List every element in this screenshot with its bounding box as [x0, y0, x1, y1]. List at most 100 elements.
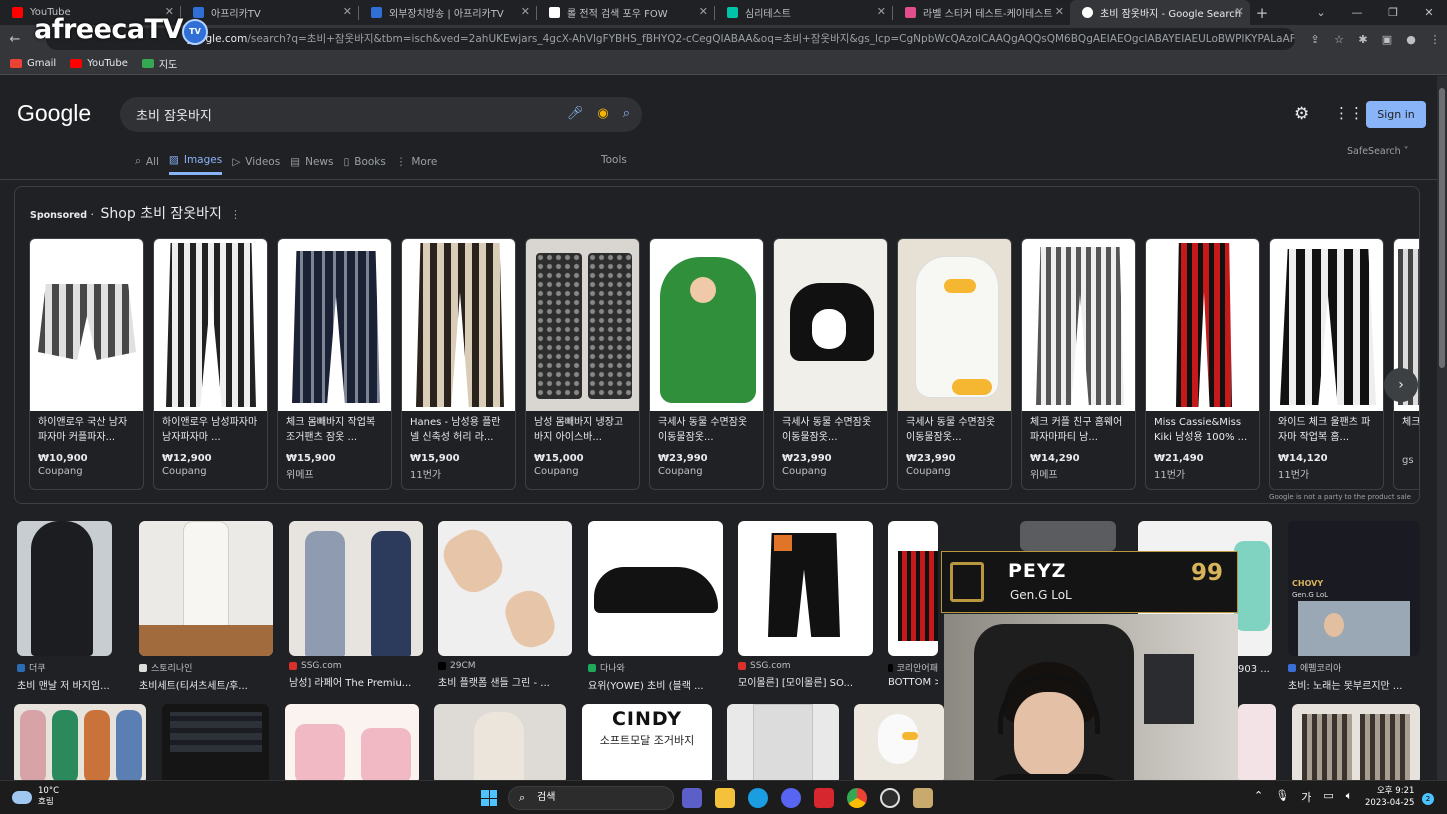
- safesearch-dropdown[interactable]: SafeSearch ˅: [1347, 146, 1408, 157]
- product-card[interactable]: 체크 몸빼바지 작업복 조거팬츠 잠옷 ... ₩15,900 위메프: [277, 238, 392, 490]
- scrollbar-thumb[interactable]: [1439, 88, 1445, 368]
- product-card[interactable]: Hanes - 남성용 플란넬 신축성 허리 라... ₩15,900 11번가: [401, 238, 516, 490]
- address-bar[interactable]: google.com/search?q=초비+잠옷바지&tbm=isch&ved…: [46, 28, 1295, 50]
- tab-afreecatv[interactable]: 아프리카TV ✕: [181, 0, 358, 25]
- image-result[interactable]: CHOVY Gen.G LoL 에펨코리아 초비: 노래는 못부르지만 ...: [1288, 521, 1420, 692]
- file-explorer-icon[interactable]: [715, 788, 735, 808]
- tab-google-search[interactable]: 초비 잠옷바지 - Google Search ✕: [1070, 0, 1250, 25]
- product-card[interactable]: Miss Cassie&Miss Kiki 남성용 100% ... ₩21,4…: [1145, 238, 1260, 490]
- image-result[interactable]: CINDY 소프트모달 조거바지: [582, 704, 712, 780]
- page-scrollbar[interactable]: [1437, 76, 1447, 780]
- tab-more[interactable]: ⋮ More: [396, 154, 438, 175]
- image-result[interactable]: SSG.com 남성] 라페어 The Premiu...: [289, 521, 423, 689]
- image-result[interactable]: [1238, 704, 1276, 780]
- close-icon[interactable]: ✕: [699, 5, 708, 18]
- product-card[interactable]: 와이드 체크 울팬츠 파자마 작업복 홈... ₩14,120 11번가: [1269, 238, 1384, 490]
- image-result[interactable]: [727, 704, 839, 780]
- tab-books[interactable]: ▯ Books: [343, 154, 385, 175]
- microphone-icon[interactable]: 🎙︎: [1275, 789, 1289, 805]
- tab-all[interactable]: ⌕ All: [135, 154, 159, 175]
- carousel-next-icon[interactable]: ›: [1384, 368, 1418, 402]
- image-result[interactable]: 다나와 요위(YOWE) 초비 (블랙 ...: [588, 521, 723, 692]
- windows-start-icon[interactable]: [481, 790, 497, 806]
- close-icon[interactable]: ✕: [1235, 5, 1244, 18]
- taskbar-search-input[interactable]: ⌕ 검색: [508, 786, 674, 810]
- chrome-icon[interactable]: [847, 788, 867, 808]
- discord-icon[interactable]: [781, 788, 801, 808]
- result-image: [1238, 704, 1276, 780]
- product-card[interactable]: 극세사 동물 수면잠옷 이동물잠옷... ₩23,990 Coupang: [773, 238, 888, 490]
- image-result[interactable]: 더쿠 초비 맨날 저 바지임...: [17, 521, 112, 692]
- product-card[interactable]: 하이앤로우 남성파자마 남자파자마 ... ₩12,900 Coupang: [153, 238, 268, 490]
- result-source: SSG.com: [738, 661, 873, 671]
- close-icon[interactable]: ✕: [877, 5, 886, 18]
- product-card[interactable]: 체크 커플 친구 홈웨어 파자마파티 남... ₩14,290 위메프: [1021, 238, 1136, 490]
- streamer-webcam-overlay: PEYZ Gen.G LoL 99: [941, 551, 1238, 814]
- new-tab-button[interactable]: +: [1250, 4, 1274, 22]
- edge-icon[interactable]: [748, 788, 768, 808]
- search-icon[interactable]: ⌕: [623, 106, 630, 121]
- side-panel-icon[interactable]: ▣: [1375, 33, 1399, 46]
- product-card[interactable]: 극세사 동물 수면잠옷 이동물잠옷... ₩23,990 Coupang: [649, 238, 764, 490]
- more-options-icon[interactable]: ⋮: [230, 208, 241, 221]
- tab-videos[interactable]: ▷ Videos: [232, 154, 280, 175]
- image-result[interactable]: SSG.com 모이몰른] [모이몰른] SO...: [738, 521, 873, 689]
- tab-fow[interactable]: 롤 전적 검색 포우 FOW ✕: [537, 0, 714, 25]
- minimize-icon[interactable]: —: [1339, 0, 1375, 25]
- image-result[interactable]: [1020, 521, 1116, 551]
- tray-chevron-icon[interactable]: ⌃: [1254, 789, 1263, 805]
- league-client-icon[interactable]: [913, 788, 933, 808]
- image-result[interactable]: 스토리나인 초비세트(티셔츠세트/후...: [139, 521, 273, 692]
- share-icon[interactable]: ⇪: [1303, 33, 1327, 46]
- profile-icon[interactable]: ●: [1399, 33, 1423, 46]
- display-icon[interactable]: ▭: [1323, 789, 1333, 805]
- menu-icon[interactable]: ⋮: [1423, 33, 1447, 46]
- product-card[interactable]: 극세사 동물 수면잠옷 이동물잠옷... ₩23,990 Coupang: [897, 238, 1012, 490]
- meet-icon[interactable]: [682, 788, 702, 808]
- product-card[interactable]: 체크 어... gs: [1393, 238, 1419, 490]
- voice-search-icon[interactable]: 🎤︎: [567, 106, 584, 121]
- notification-badge[interactable]: 2: [1422, 793, 1434, 805]
- image-result[interactable]: [162, 704, 269, 780]
- image-result[interactable]: 코리안어패 BOTTOM >...: [888, 521, 938, 688]
- obs-icon[interactable]: [880, 788, 900, 808]
- taskbar-clock[interactable]: 오후 9:21 2023-04-25: [1365, 785, 1414, 809]
- tab-psych-test[interactable]: 심리테스트 ✕: [715, 0, 892, 25]
- search-input[interactable]: 초비 잠옷바지 🎤︎ ◉ ⌕: [120, 97, 642, 132]
- image-result[interactable]: [14, 704, 146, 780]
- google-logo[interactable]: Google: [17, 100, 91, 127]
- tab-images[interactable]: ▨ Images: [168, 154, 223, 175]
- result-caption: 요위(YOWE) 초비 (블랙 ...: [588, 681, 704, 692]
- tab-ktest[interactable]: 라벨 스티커 테스트-케이테스트 ✕: [893, 0, 1070, 25]
- back-icon[interactable]: ←: [2, 32, 28, 47]
- close-window-icon[interactable]: ✕: [1411, 0, 1447, 25]
- lens-icon[interactable]: ◉: [597, 106, 608, 121]
- tab-search-icon[interactable]: ⌄: [1303, 0, 1339, 25]
- bookmark-maps[interactable]: 지도: [141, 56, 177, 71]
- ime-indicator[interactable]: 가: [1301, 789, 1311, 805]
- app-red-icon[interactable]: [814, 788, 834, 808]
- image-result[interactable]: [285, 704, 419, 780]
- volume-icon[interactable]: 🔈︎: [1346, 789, 1353, 805]
- extensions-icon[interactable]: ✱: [1351, 33, 1375, 46]
- bookmark-star-icon[interactable]: ☆: [1327, 33, 1351, 46]
- product-card[interactable]: 남성 몸빼바지 냉장고 바지 아이스바... ₩15,000 Coupang: [525, 238, 640, 490]
- image-result[interactable]: [854, 704, 944, 780]
- image-result[interactable]: [1292, 704, 1420, 780]
- tab-external-broadcast[interactable]: 외부장치방송 | 아프리카TV ✕: [359, 0, 536, 25]
- image-result[interactable]: 29CM 초비 플랫폼 샌들 그린 - ...: [438, 521, 572, 689]
- tab-news[interactable]: ▤ News: [290, 154, 333, 175]
- tools-button[interactable]: Tools: [601, 154, 627, 166]
- close-icon[interactable]: ✕: [343, 5, 352, 18]
- close-icon[interactable]: ✕: [1055, 5, 1064, 18]
- maximize-icon[interactable]: ❐: [1375, 0, 1411, 25]
- bookmark-youtube[interactable]: YouTube: [70, 58, 128, 69]
- product-card[interactable]: 하이앤로우 국산 남자파자마 커플파자... ₩10,900 Coupang: [29, 238, 144, 490]
- sign-in-button[interactable]: Sign in: [1366, 101, 1426, 128]
- close-icon[interactable]: ✕: [521, 5, 530, 18]
- bookmark-gmail[interactable]: Gmail: [10, 58, 56, 69]
- image-result[interactable]: [434, 704, 566, 780]
- weather-widget[interactable]: 10°C 흐림: [12, 786, 59, 808]
- settings-gear-icon[interactable]: ⚙: [1294, 104, 1309, 124]
- plaid-pants-models-image: [1360, 714, 1410, 780]
